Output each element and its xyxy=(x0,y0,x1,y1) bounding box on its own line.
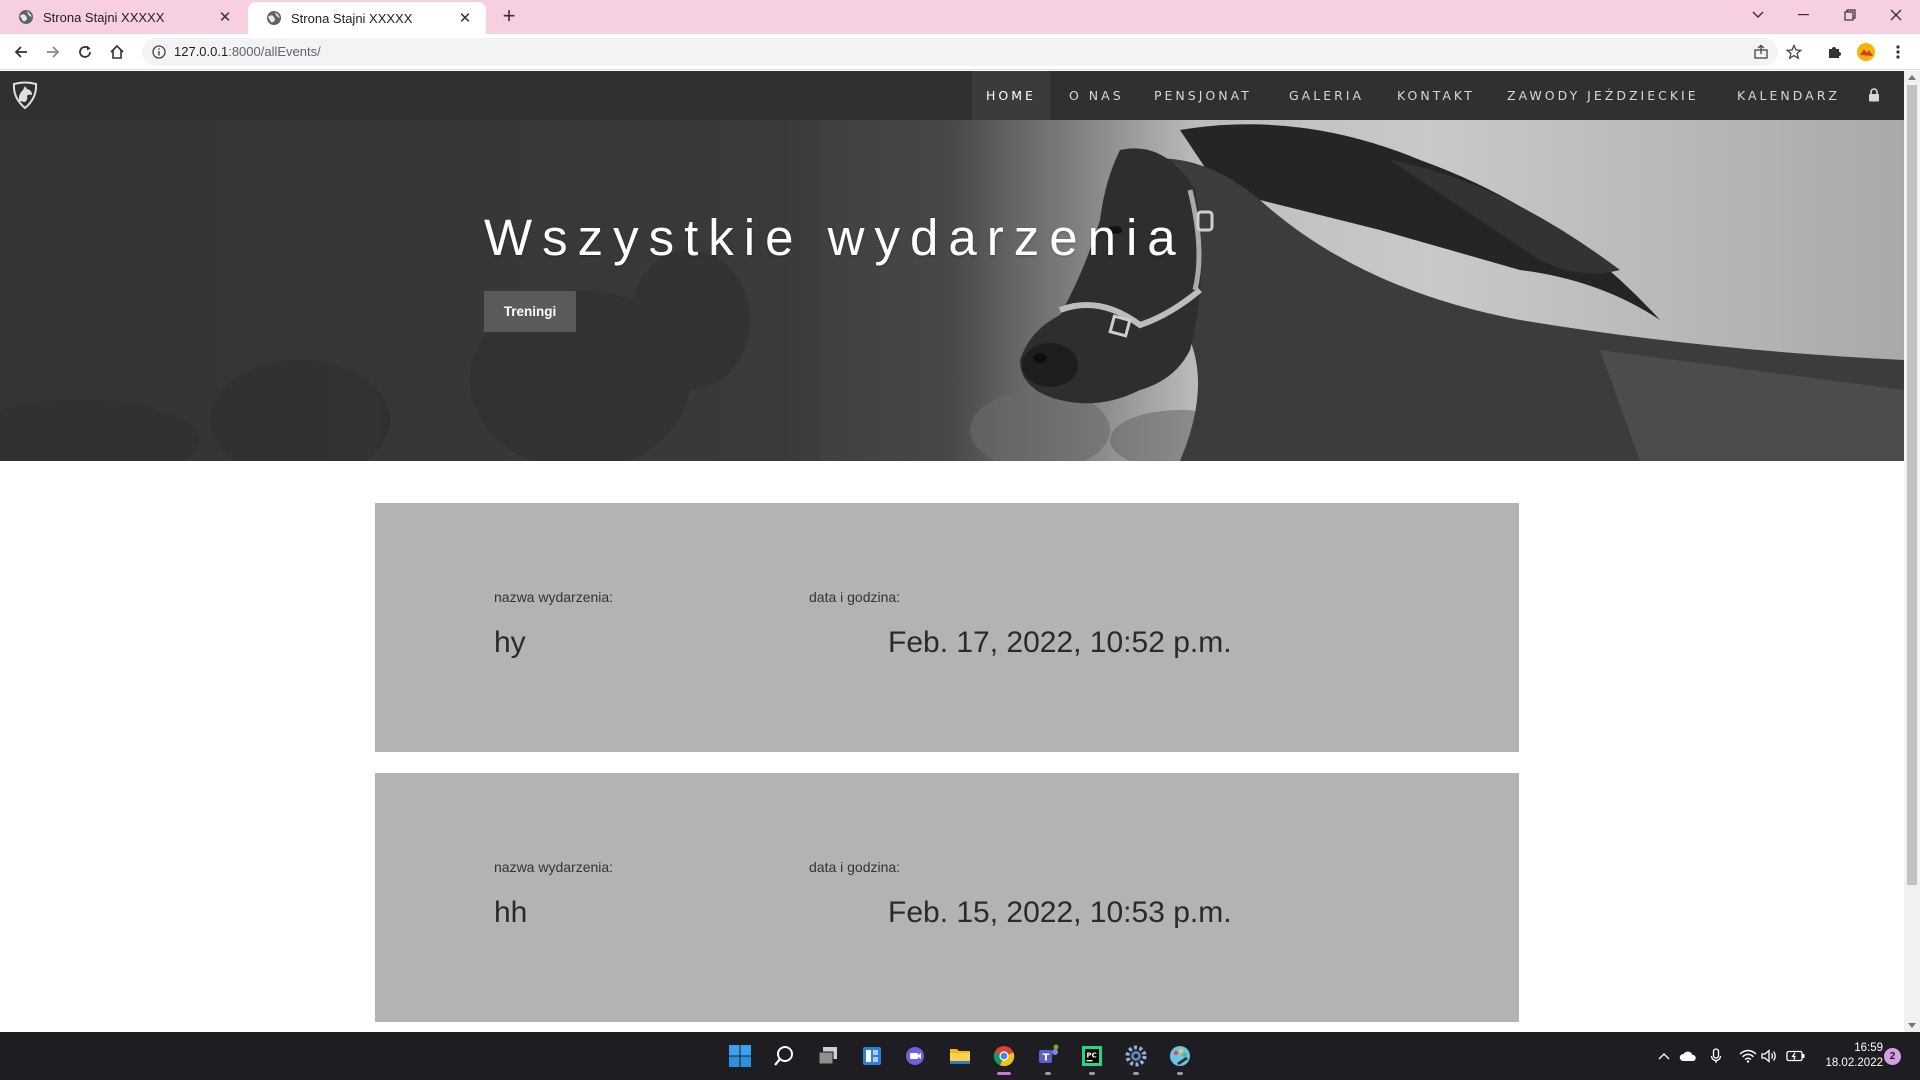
nav-home[interactable]: HOME xyxy=(972,71,1050,120)
browser-tab[interactable]: Strona Stajni XXXXX ✕ xyxy=(0,0,246,34)
scrollbar-thumb[interactable] xyxy=(1907,85,1917,885)
site-navbar: HOME O NAS PENSJONAT GALERIA KONTAKT ZAW… xyxy=(0,71,1904,120)
page-viewport: HOME O NAS PENSJONAT GALERIA KONTAKT ZAW… xyxy=(0,71,1904,1032)
running-app-indicator xyxy=(1045,1072,1051,1075)
event-name: hy xyxy=(494,626,526,659)
browser-tab-bar: Strona Stajni XXXXX ✕ Strona Stajni XXXX… xyxy=(0,0,1920,34)
task-view-icon[interactable] xyxy=(812,1040,844,1072)
active-app-indicator xyxy=(997,1072,1011,1075)
chrome-icon[interactable] xyxy=(988,1040,1020,1075)
browser-tab-active[interactable]: Strona Stajni XXXXX ✕ xyxy=(248,2,486,34)
close-tab-icon[interactable]: ✕ xyxy=(216,8,234,26)
url-path: :8000/allEvents/ xyxy=(228,44,321,59)
browser-toolbar: 127.0.0.1:8000/allEvents/ xyxy=(0,34,1920,70)
tab-search-icon[interactable] xyxy=(1738,0,1778,30)
running-app-indicator xyxy=(1177,1072,1183,1075)
url-text: 127.0.0.1:8000/allEvents/ xyxy=(174,44,321,59)
event-date-label: data i godzina: xyxy=(809,859,901,875)
horse-photo xyxy=(0,120,1904,461)
file-explorer-icon[interactable] xyxy=(944,1040,976,1072)
nav-o-nas[interactable]: O NAS xyxy=(1069,71,1124,120)
profile-avatar-icon[interactable] xyxy=(1854,40,1878,64)
chevron-up-icon[interactable] xyxy=(1654,1046,1674,1066)
back-arrow-icon[interactable] xyxy=(9,40,33,64)
event-date-label: data i godzina: xyxy=(809,589,901,605)
chat-icon[interactable] xyxy=(900,1040,932,1072)
onedrive-cloud-icon[interactable] xyxy=(1678,1046,1698,1066)
home-icon[interactable] xyxy=(105,40,129,64)
info-icon[interactable] xyxy=(152,45,166,59)
start-icon[interactable] xyxy=(724,1040,756,1072)
page-scrollbar[interactable] xyxy=(1904,71,1920,1032)
settings-icon[interactable] xyxy=(1120,1040,1152,1075)
clock-time: 16:59 xyxy=(1854,1042,1883,1054)
nav-pensjonat[interactable]: PENSJONAT xyxy=(1154,71,1252,120)
globe-icon xyxy=(18,9,34,25)
scroll-down-icon[interactable] xyxy=(1908,1023,1916,1028)
pycharm-icon[interactable]: PC xyxy=(1076,1040,1108,1075)
event-name: hh xyxy=(494,896,528,929)
event-datetime: Feb. 15, 2022, 10:53 p.m. xyxy=(888,896,1232,929)
battery-icon[interactable] xyxy=(1786,1046,1806,1066)
lock-icon[interactable] xyxy=(1868,88,1880,102)
running-app-indicator xyxy=(1133,1072,1139,1075)
wifi-icon[interactable] xyxy=(1738,1046,1758,1066)
paint-icon[interactable] xyxy=(1164,1040,1196,1075)
system-clock[interactable]: 16:59 18.02.2022 xyxy=(1817,1041,1883,1071)
globe-icon xyxy=(266,10,282,26)
reload-icon[interactable] xyxy=(73,40,97,64)
scroll-up-icon[interactable] xyxy=(1908,75,1916,80)
share-icon[interactable] xyxy=(1751,42,1771,62)
close-tab-icon[interactable]: ✕ xyxy=(456,9,474,27)
widgets-icon[interactable] xyxy=(856,1040,888,1072)
event-datetime: Feb. 17, 2022, 10:52 p.m. xyxy=(888,626,1232,659)
event-name-label: nazwa wydarzenia: xyxy=(494,859,614,875)
event-card: nazwa wydarzenia: data i godzina: hh Feb… xyxy=(375,773,1519,1022)
windows-taskbar: T PC 16:59 18.02.2022 2 xyxy=(0,1032,1920,1080)
svg-text:PC: PC xyxy=(1087,1052,1097,1060)
svg-text:T: T xyxy=(1043,1053,1050,1064)
teams-icon[interactable]: T xyxy=(1032,1040,1064,1075)
microphone-icon[interactable] xyxy=(1706,1046,1726,1066)
forward-arrow-icon[interactable] xyxy=(41,40,65,64)
horse-logo-icon[interactable] xyxy=(10,80,40,110)
tab-title: Strona Stajni XXXXX xyxy=(43,9,165,25)
minimize-button[interactable] xyxy=(1784,0,1824,30)
extensions-puzzle-icon[interactable] xyxy=(1822,40,1846,64)
close-window-button[interactable] xyxy=(1876,0,1916,30)
search-icon[interactable] xyxy=(768,1040,800,1072)
url-host: 127.0.0.1 xyxy=(174,44,229,59)
nav-zawody-jezdzieckie[interactable]: ZAWODY JEŹDZIECKIE xyxy=(1507,71,1699,120)
page-title: Wszystkie wydarzenia xyxy=(484,209,1186,266)
event-card: nazwa wydarzenia: data i godzina: hy Feb… xyxy=(375,503,1519,752)
nav-galeria[interactable]: GALERIA xyxy=(1289,71,1364,120)
nav-kalendarz[interactable]: KALENDARZ xyxy=(1737,71,1840,120)
event-name-label: nazwa wydarzenia: xyxy=(494,589,614,605)
volume-icon[interactable] xyxy=(1760,1046,1780,1066)
chrome-menu-icon[interactable] xyxy=(1886,40,1910,64)
clock-date: 18.02.2022 xyxy=(1825,1057,1883,1069)
new-tab-button[interactable]: + xyxy=(497,5,521,29)
running-app-indicator xyxy=(1089,1072,1095,1075)
treningi-button[interactable]: Treningi xyxy=(484,291,576,332)
tab-title: Strona Stajni XXXXX xyxy=(291,10,413,26)
nav-kontakt[interactable]: KONTAKT xyxy=(1397,71,1475,120)
bookmark-star-icon[interactable] xyxy=(1784,42,1804,62)
restore-button[interactable] xyxy=(1830,0,1870,30)
address-bar[interactable]: 127.0.0.1:8000/allEvents/ xyxy=(142,38,1778,66)
hero-banner: Wszystkie wydarzenia Treningi xyxy=(0,120,1904,461)
notification-badge[interactable]: 2 xyxy=(1884,1048,1901,1065)
